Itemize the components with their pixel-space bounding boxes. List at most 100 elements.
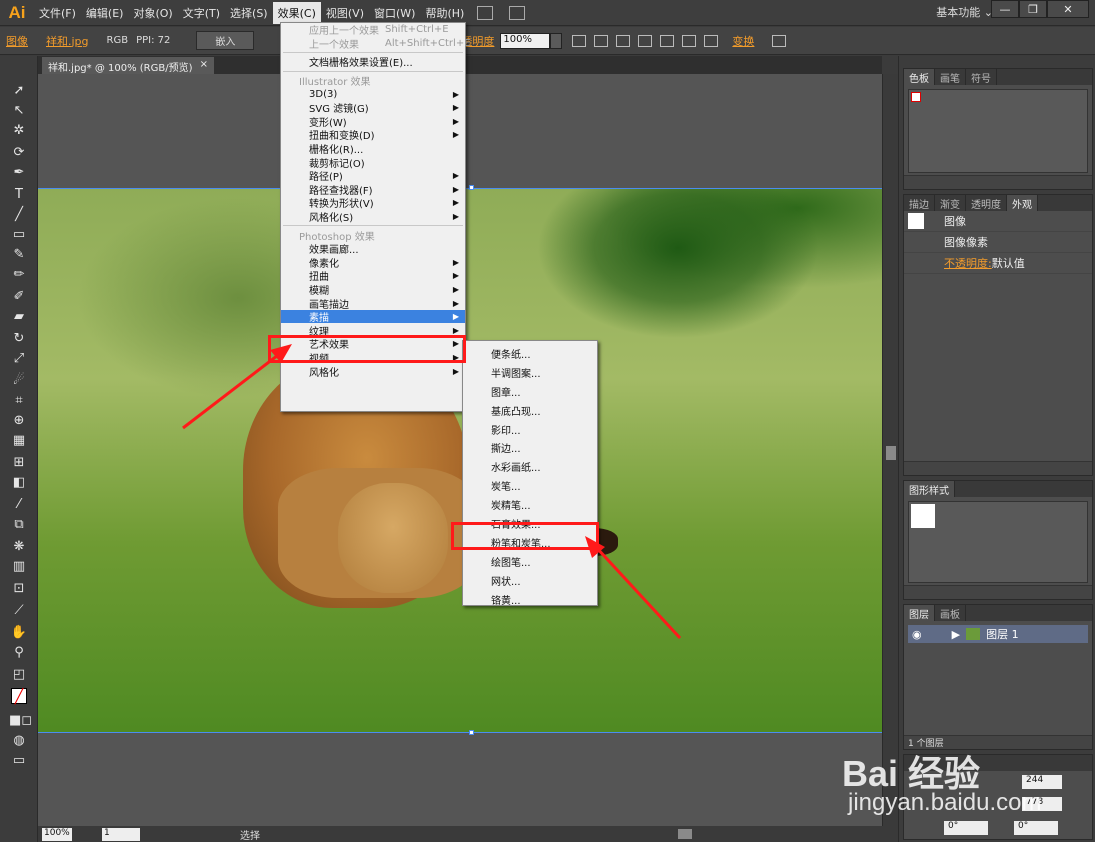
sketch-submenu-item[interactable]: 网状...	[463, 571, 597, 590]
menu-window[interactable]: 窗口(W)	[369, 2, 420, 24]
align-left-icon[interactable]	[594, 34, 609, 47]
artboard-tool-icon[interactable]: ⊡	[9, 580, 29, 598]
isolate-icon[interactable]	[772, 34, 787, 47]
bounding-handle-bottom[interactable]	[469, 730, 474, 735]
align-bottom-icon[interactable]	[704, 34, 719, 47]
align-top-icon[interactable]	[660, 34, 675, 47]
effect-menu-item[interactable]: 素描 ▶	[281, 309, 465, 324]
default-graphic-style-swatch[interactable]	[911, 504, 935, 528]
menu-file[interactable]: 文件(F)	[34, 2, 81, 24]
appearance-row-opacity[interactable]: 不透明度: 默认值	[904, 253, 1092, 274]
restore-button[interactable]: ❐	[1019, 0, 1047, 18]
scale-tool-icon[interactable]: ⤢	[9, 350, 29, 368]
blend-tool-icon[interactable]: ⧉	[9, 516, 29, 534]
sketch-submenu-item[interactable]: 撕边...	[463, 438, 597, 457]
gradient-tool-icon[interactable]: ◧	[9, 474, 29, 492]
transform-shear-input[interactable]: 0°	[1014, 821, 1058, 835]
layer-visibility-eye-icon[interactable]: ◉	[912, 628, 922, 641]
eraser-tool-icon[interactable]: ▰	[9, 308, 29, 326]
align-right-icon[interactable]	[638, 34, 653, 47]
sketch-submenu-item[interactable]: 半调图案...	[463, 363, 597, 382]
effect-menu-item[interactable]: 文档栅格效果设置(E)...	[281, 55, 465, 69]
arrange-documents-icon[interactable]	[509, 5, 526, 20]
mesh-tool-icon[interactable]: ⊞	[9, 454, 29, 472]
align-middle-icon[interactable]	[682, 34, 697, 47]
blob-brush-tool-icon[interactable]: ✐	[9, 288, 29, 306]
swatches-grid[interactable]	[908, 89, 1088, 173]
opacity-input[interactable]: 100%	[500, 32, 551, 49]
tab-gradient[interactable]: 渐变	[935, 195, 966, 211]
sketch-submenu-item[interactable]: 绘图笔...	[463, 552, 597, 571]
transform-x-input[interactable]: 244	[1022, 775, 1062, 789]
column-graph-tool-icon[interactable]: ▥	[9, 558, 29, 576]
horizontal-scroll-thumb[interactable]	[678, 829, 692, 839]
effect-menu-item[interactable]: 风格化(S) ▶	[281, 210, 465, 224]
effect-menu-item[interactable]: 像素化 ▶	[281, 256, 465, 270]
tab-graphic-styles[interactable]: 图形样式	[904, 481, 955, 497]
effect-menu-item[interactable]: SVG 滤镜(G) ▶	[281, 101, 465, 115]
object-type-label[interactable]: 图像	[6, 33, 28, 49]
shape-builder-tool-icon[interactable]: ⊕	[9, 412, 29, 430]
menu-effect[interactable]: 效果(C)	[272, 1, 321, 24]
menu-select[interactable]: 选择(S)	[225, 2, 273, 24]
effect-menu-item[interactable]: 扭曲 ▶	[281, 269, 465, 283]
opacity-dropdown[interactable]	[550, 32, 563, 49]
type-tool-icon[interactable]: T	[9, 186, 29, 204]
workspace-switcher[interactable]: 基本功能 ⌄	[936, 4, 993, 20]
tab-artboards[interactable]: 画板	[935, 605, 966, 621]
sketch-submenu-item[interactable]: 基底凸现...	[463, 401, 597, 420]
slice-tool-icon[interactable]: ⟋	[9, 602, 29, 620]
sketch-submenu-item[interactable]: 炭笔...	[463, 476, 597, 495]
none-swatch-icon[interactable]	[911, 92, 921, 102]
effect-menu-item[interactable]: 风格化 ▶	[281, 364, 465, 379]
rectangle-tool-icon[interactable]: ▭	[9, 226, 29, 244]
artboard-number-input[interactable]: 1	[102, 827, 140, 841]
transform-rotate-input[interactable]: 0°	[944, 821, 988, 835]
effect-menu-item[interactable]: 转换为形状(V) ▶	[281, 196, 465, 210]
sketch-submenu-item[interactable]: 图章...	[463, 382, 597, 401]
color-mode-icons[interactable]: ■◻	[9, 712, 32, 730]
line-tool-icon[interactable]: ╱	[9, 206, 29, 224]
layer-row[interactable]: ◉ ▶ 图层 1	[908, 625, 1088, 643]
zoom-tool-icon[interactable]: ⚲	[9, 644, 29, 662]
tab-brushes[interactable]: 画笔	[935, 69, 966, 85]
menu-object[interactable]: 对象(O)	[128, 2, 177, 24]
menu-help[interactable]: 帮助(H)	[420, 2, 469, 24]
pencil-tool-icon[interactable]: ✏	[9, 266, 29, 284]
default-colors-icon[interactable]: ◰	[9, 666, 29, 684]
effect-menu-item[interactable]: 效果画廊...	[281, 242, 465, 256]
tab-transparency[interactable]: 透明度	[966, 195, 1007, 211]
layer-name[interactable]: 图层 1	[986, 626, 1019, 642]
screen-mode-icon[interactable]: ▭	[9, 752, 29, 770]
zoom-level-input[interactable]: 100%	[42, 827, 72, 841]
linked-filename[interactable]: 祥和.jpg	[46, 33, 89, 49]
appearance-opacity-label[interactable]: 不透明度:	[944, 255, 992, 271]
layer-expand-arrow-icon[interactable]: ▶	[952, 628, 960, 641]
menu-view[interactable]: 视图(V)	[321, 2, 369, 24]
tab-layers[interactable]: 图层	[904, 605, 935, 621]
minimize-button[interactable]: —	[991, 0, 1019, 18]
perspective-grid-tool-icon[interactable]: ▦	[9, 432, 29, 450]
rotate-tool-icon[interactable]: ↻	[9, 330, 29, 348]
free-transform-tool-icon[interactable]: ⌗	[9, 392, 29, 410]
effect-menu-item[interactable]: 路径查找器(F) ▶	[281, 183, 465, 197]
embed-button[interactable]: 嵌入	[196, 31, 255, 50]
paintbrush-tool-icon[interactable]: ✎	[9, 246, 29, 264]
menu-edit[interactable]: 编辑(E)	[81, 2, 129, 24]
effect-menu-item[interactable]: 应用上一个效果 Shift+Ctrl+E	[281, 23, 465, 37]
eyedropper-tool-icon[interactable]: ⁄	[9, 496, 29, 514]
transform-label[interactable]: 变换	[732, 33, 754, 49]
tab-symbols[interactable]: 符号	[966, 69, 997, 85]
tab-swatches[interactable]: 色板	[904, 69, 935, 85]
drawing-mode-icon[interactable]: ◍	[9, 732, 29, 750]
sketch-submenu-item[interactable]: 水彩画纸...	[463, 457, 597, 476]
hand-tool-icon[interactable]: ✋	[9, 624, 29, 642]
direct-selection-tool-icon[interactable]: ↖	[9, 102, 29, 120]
effect-menu-item[interactable]: 画笔描边 ▶	[281, 296, 465, 311]
effect-menu-item[interactable]: 3D(3) ▶	[281, 87, 465, 101]
magic-wand-tool-icon[interactable]: ✲	[9, 122, 29, 140]
sketch-submenu-item[interactable]: 炭精笔...	[463, 495, 597, 514]
vertical-scrollbar[interactable]	[882, 74, 898, 826]
vertical-scroll-thumb[interactable]	[886, 446, 896, 460]
effect-menu-item[interactable]: 路径(P) ▶	[281, 169, 465, 183]
